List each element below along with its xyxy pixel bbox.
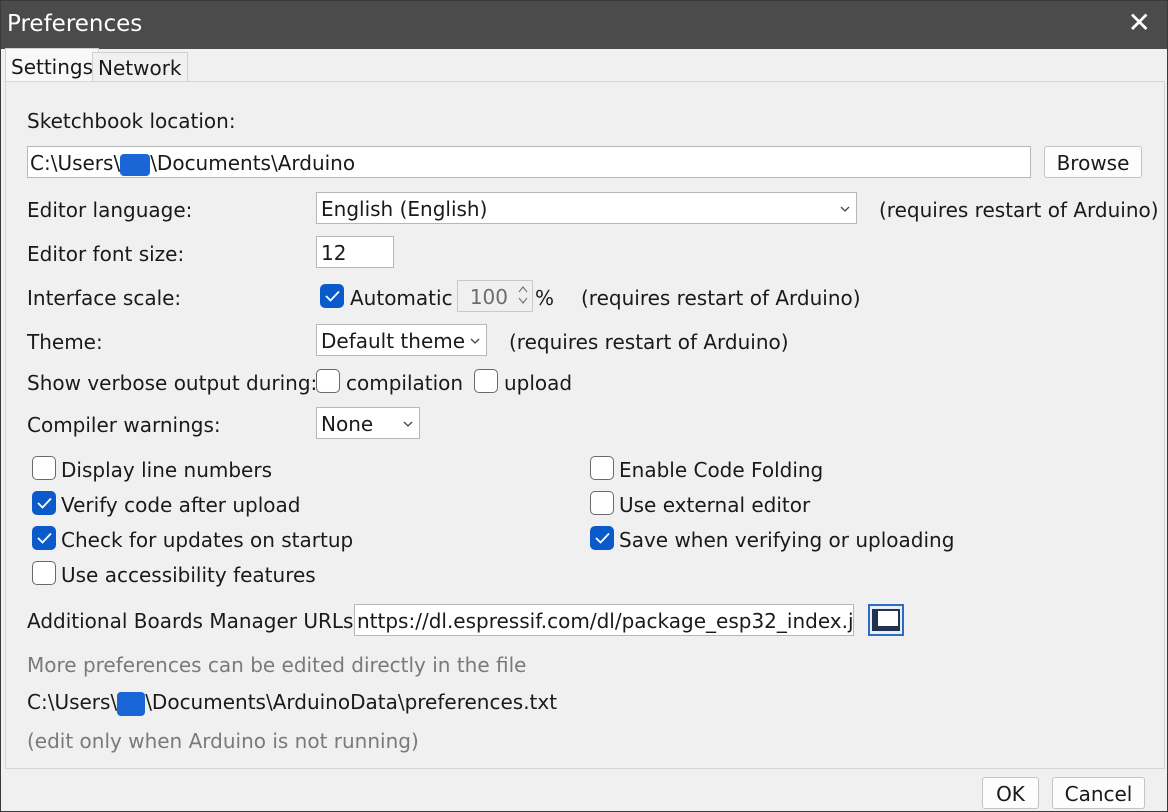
chevron-down-icon — [403, 421, 413, 427]
font-size-label: Editor font size: — [27, 242, 185, 266]
sketchbook-path-suffix: \Documents\Arduino — [150, 151, 356, 175]
tab-settings[interactable]: Settings — [5, 48, 100, 82]
save-on-verify-checkbox[interactable] — [590, 526, 614, 550]
code-folding-label: Enable Code Folding — [619, 458, 824, 482]
window-icon — [872, 609, 900, 631]
code-folding-checkbox[interactable] — [590, 456, 614, 480]
prefs-path-prefix: C:\Users\ — [27, 690, 118, 714]
interface-scale-unit: % — [535, 286, 555, 310]
more-prefs-note: More preferences can be edited directly … — [27, 653, 527, 677]
editor-language-value: English (English) — [321, 197, 488, 221]
ok-button[interactable]: OK — [982, 777, 1039, 809]
compiler-warnings-select[interactable]: None — [316, 407, 420, 439]
compiler-warnings-value: None — [321, 412, 374, 436]
display-line-numbers-label: Display line numbers — [61, 458, 273, 482]
sketchbook-label: Sketchbook location: — [27, 109, 236, 133]
sketchbook-path-prefix: C:\Users\ — [30, 151, 121, 175]
preferences-file-path: C:\Users\ \Documents\ArduinoData\preferen… — [27, 690, 557, 716]
preferences-window: Preferences ✕ Settings Network Sketchboo… — [0, 0, 1168, 812]
boards-manager-urls-input[interactable]: nttps://dl.espressif.com/dl/package_esp3… — [354, 604, 854, 636]
check-icon — [595, 532, 610, 544]
edit-warning: (edit only when Arduino is not running) — [27, 729, 419, 753]
verify-after-upload-label: Verify code after upload — [61, 493, 301, 517]
interface-scale-label: Interface scale: — [27, 286, 182, 310]
edit-urls-button[interactable] — [868, 604, 904, 636]
check-icon — [325, 290, 340, 302]
automatic-label: Automatic — [350, 286, 453, 310]
chevron-down-icon — [470, 338, 480, 344]
theme-value: Default theme — [321, 329, 466, 353]
editor-language-note: (requires restart of Arduino) — [879, 198, 1159, 222]
sketchbook-path-input[interactable]: C:\Users\ \Documents\Arduino — [27, 146, 1031, 178]
cancel-button[interactable]: Cancel — [1052, 777, 1145, 809]
check-updates-label: Check for updates on startup — [61, 528, 354, 552]
save-on-verify-label: Save when verifying or uploading — [619, 528, 955, 552]
font-size-input[interactable]: 12 — [316, 236, 394, 268]
verbose-upload-label: upload — [504, 371, 573, 395]
theme-select[interactable]: Default theme — [316, 324, 487, 356]
automatic-checkbox[interactable] — [320, 284, 344, 308]
verbose-label: Show verbose output during: — [27, 371, 318, 395]
redaction-mark — [117, 691, 146, 716]
window-title: Preferences — [7, 11, 143, 37]
verify-after-upload-checkbox[interactable] — [32, 491, 56, 515]
tab-network[interactable]: Network — [92, 52, 188, 81]
spinner-arrows-icon[interactable] — [517, 284, 529, 306]
redaction-mark — [120, 153, 151, 176]
browse-button[interactable]: Browse — [1044, 146, 1142, 178]
chevron-down-icon — [840, 206, 850, 212]
interface-scale-note: (requires restart of Arduino) — [581, 286, 861, 310]
prefs-path-suffix: \Documents\ArduinoData\preferences.txt — [145, 690, 558, 714]
external-editor-label: Use external editor — [619, 493, 811, 517]
accessibility-label: Use accessibility features — [61, 563, 316, 587]
verbose-upload-checkbox[interactable] — [474, 369, 498, 393]
interface-scale-value: 100 — [469, 285, 508, 309]
check-icon — [37, 532, 52, 544]
boards-manager-label: Additional Boards Manager URLs: — [27, 609, 361, 633]
compiler-warnings-label: Compiler warnings: — [27, 413, 221, 437]
accessibility-checkbox[interactable] — [32, 561, 56, 585]
verbose-compilation-checkbox[interactable] — [316, 369, 340, 393]
close-icon[interactable]: ✕ — [1128, 9, 1151, 37]
editor-language-select[interactable]: English (English) — [316, 192, 857, 224]
display-line-numbers-checkbox[interactable] — [32, 456, 56, 480]
external-editor-checkbox[interactable] — [590, 491, 614, 515]
theme-note: (requires restart of Arduino) — [509, 330, 789, 354]
verbose-compilation-label: compilation — [346, 371, 464, 395]
theme-label: Theme: — [27, 330, 103, 354]
title-bar: Preferences ✕ — [1, 1, 1167, 49]
interface-scale-spinner[interactable]: 100 — [457, 280, 533, 312]
editor-language-label: Editor language: — [27, 198, 193, 222]
check-icon — [37, 497, 52, 509]
check-updates-checkbox[interactable] — [32, 526, 56, 550]
